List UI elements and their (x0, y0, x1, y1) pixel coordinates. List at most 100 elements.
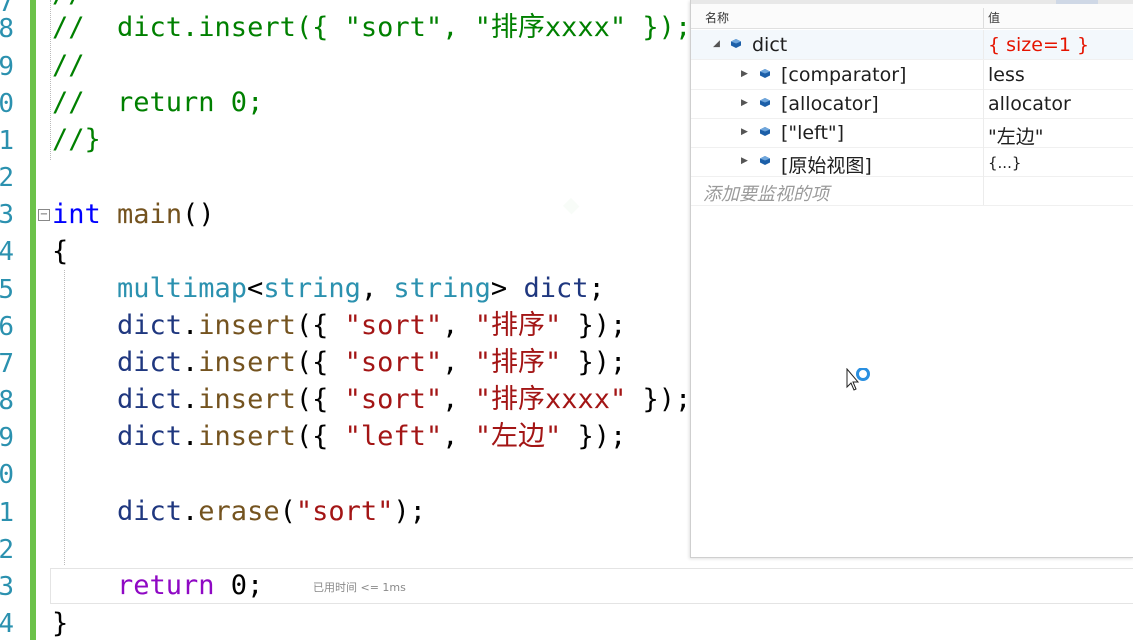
keyword-int: int (52, 199, 101, 230)
variable-dict: dict (117, 496, 183, 527)
keyword-return: return (117, 570, 215, 601)
variable-dict: dict (117, 384, 183, 415)
code-line-comment: // return 0; (52, 87, 264, 118)
line-number: 2 (0, 535, 14, 565)
code-line-comment: //} (52, 124, 101, 155)
perf-tip[interactable]: 已用时间 <= 1ms (313, 579, 406, 595)
busy-cursor-icon (846, 368, 870, 391)
expand-arrow-icon[interactable]: ▶ (741, 127, 748, 137)
line-number: 0 (0, 460, 14, 490)
variable-dict: dict (117, 310, 183, 341)
function-insert: insert (198, 384, 296, 415)
column-divider (983, 118, 984, 147)
line-number: 2 (0, 163, 14, 193)
line-number: 5 (0, 275, 14, 305)
column-header-value[interactable]: 值 (988, 9, 1000, 26)
line-number: 4 (0, 609, 14, 639)
object-icon (731, 39, 741, 48)
variable-dict: dict (523, 273, 589, 304)
line-number: 3 (0, 200, 14, 230)
variable-dict: dict (117, 347, 183, 378)
watch-row-allocator[interactable]: ▶ [allocator] allocator (691, 89, 1133, 119)
code-line-insert: dict.insert({ "sort", "排序" }); (117, 345, 626, 381)
punct: . (182, 310, 199, 341)
add-watch-item[interactable]: 添加要监视的项 (703, 180, 829, 206)
function-insert: insert (198, 421, 296, 452)
line-number: 9 (0, 423, 14, 453)
column-header-name[interactable]: 名称 (705, 9, 729, 26)
line-number: 0 (0, 89, 14, 119)
line-number-gutter: 7 8 9 0 1 2 3 4 5 6 7 8 9 0 1 2 3 4 (0, 0, 30, 640)
punct: , (442, 347, 475, 378)
line-number: 1 (0, 126, 14, 156)
object-icon (760, 127, 770, 136)
string-literal: "排序xxxx" (474, 384, 627, 415)
object-icon (760, 156, 770, 165)
punct: ; (588, 273, 605, 304)
watch-value[interactable]: { size=1 } (988, 34, 1089, 56)
column-divider (983, 147, 984, 176)
object-icon (760, 98, 770, 107)
code-line-erase: dict.erase("sort"); (117, 494, 426, 530)
punct: ({ (295, 421, 345, 452)
string-literal: "left" (344, 421, 443, 452)
punct: }); (561, 347, 627, 378)
punct: }); (626, 384, 692, 415)
return-value: 0; (214, 570, 264, 601)
code-line-insert: dict.insert({ "sort", "排序" }); (117, 308, 626, 344)
watch-name: ["left"] (781, 122, 845, 144)
watch-row-left[interactable]: ▶ ["left"] "左边" (691, 118, 1133, 148)
variable-dict: dict (117, 421, 183, 452)
string-literal: "sort" (344, 384, 443, 415)
watch-value[interactable]: allocator (988, 93, 1071, 115)
type-multimap: multimap (117, 273, 248, 304)
punct: , (442, 384, 475, 415)
punct: , (442, 310, 475, 341)
watch-panel[interactable]: 名称 值 ◢ dict { size=1 } ▶ [comparator] le… (690, 0, 1133, 558)
watch-row-comparator[interactable]: ▶ [comparator] less (691, 60, 1133, 90)
code-line-open-brace: { (52, 236, 69, 267)
punct: . (182, 384, 199, 415)
code-line-comment: // dict.insert({ "sort", "排序xxxx" }); (52, 12, 692, 43)
string-literal: "左边" (474, 421, 562, 452)
string-literal: "sort" (344, 310, 443, 341)
watch-name: [comparator] (781, 64, 907, 86)
function-main: main (117, 199, 183, 230)
collapse-arrow-icon[interactable]: ◢ (713, 39, 720, 49)
expand-arrow-icon[interactable]: ▶ (741, 156, 748, 166)
expand-arrow-icon[interactable]: ▶ (741, 98, 748, 108)
code-line-return: return 0; (117, 568, 263, 604)
punct: , (360, 273, 394, 304)
column-divider (983, 176, 984, 205)
watch-value[interactable]: less (988, 64, 1025, 86)
watch-header: 名称 值 (691, 4, 1133, 29)
collapse-toggle[interactable]: − (38, 209, 50, 221)
string-literal: "排序" (474, 347, 562, 378)
object-icon (760, 69, 770, 78)
watch-value[interactable]: "左边" (988, 122, 1043, 149)
punct: < (247, 273, 264, 304)
row-divider (691, 205, 1133, 206)
code-line-comment: // (52, 50, 85, 81)
punct: }); (561, 310, 627, 341)
punct: ({ (295, 347, 345, 378)
punct: ({ (295, 310, 345, 341)
punct: }); (561, 421, 627, 452)
line-number: 4 (0, 237, 14, 267)
column-divider (983, 30, 984, 59)
watch-row-raw-view[interactable]: ▶ [原始视图] {...} (691, 147, 1133, 177)
type-string: string (263, 273, 361, 304)
line-number: 8 (0, 386, 14, 416)
watch-row-dict[interactable]: ◢ dict { size=1 } (691, 30, 1133, 60)
string-literal: "排序" (474, 310, 562, 341)
line-number: 6 (0, 312, 14, 342)
punct: ({ (295, 384, 345, 415)
indent-guide (64, 270, 65, 565)
column-divider[interactable] (983, 8, 984, 28)
expand-arrow-icon[interactable]: ▶ (741, 69, 748, 79)
watch-value[interactable]: {...} (988, 154, 1021, 172)
type-string: string (393, 273, 491, 304)
string-literal: "sort" (295, 496, 394, 527)
punct: ); (393, 496, 426, 527)
punct: . (182, 347, 199, 378)
